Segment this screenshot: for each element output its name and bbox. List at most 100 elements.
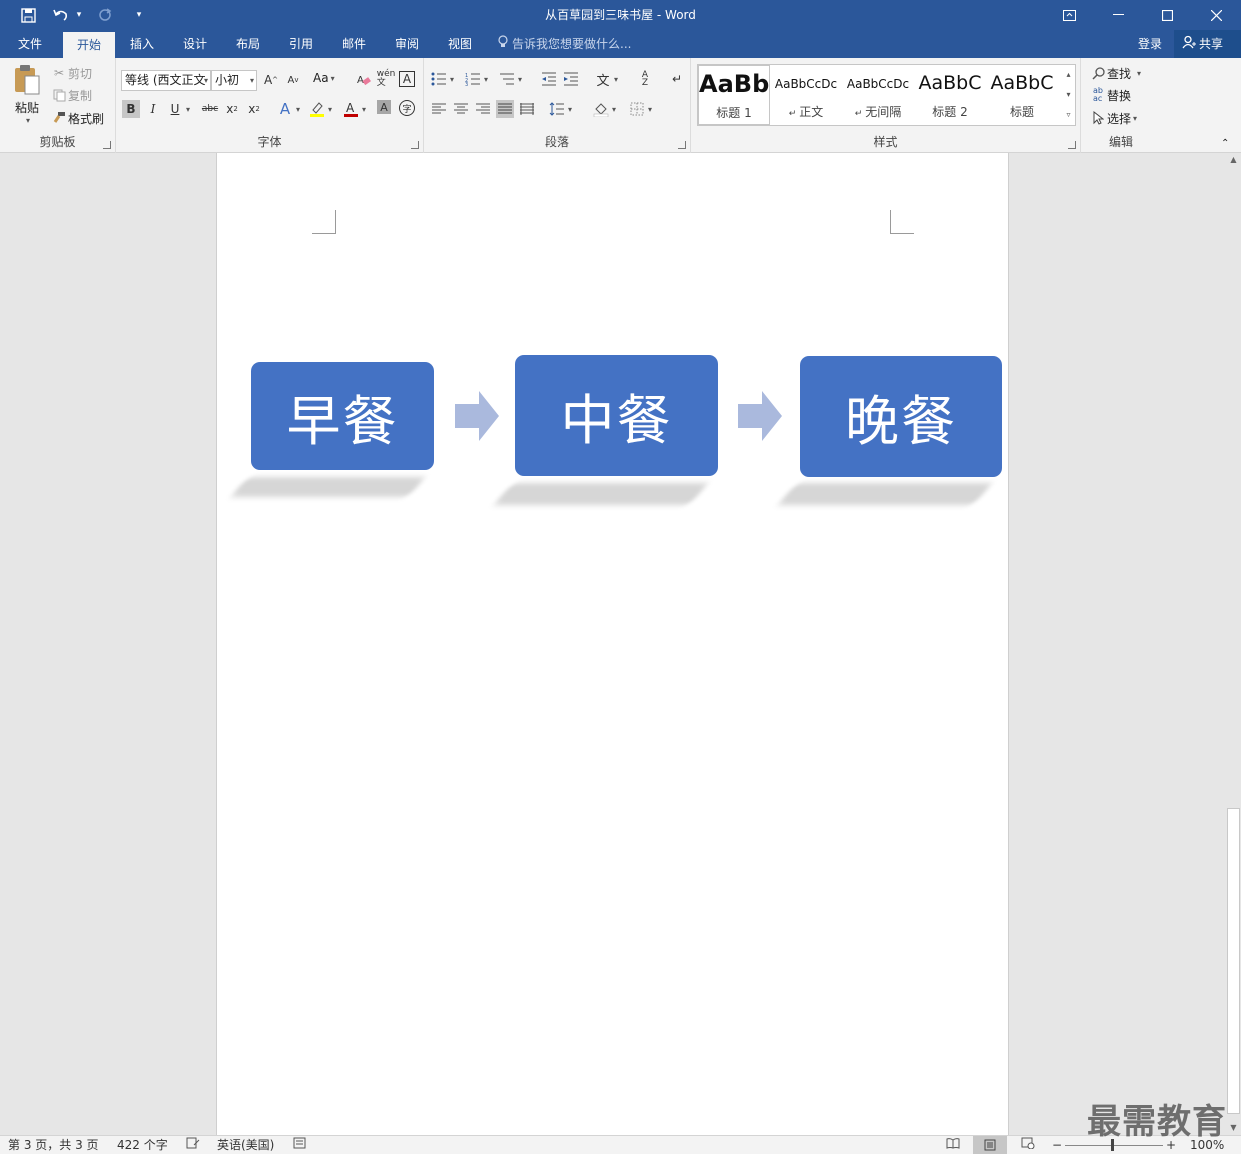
document-page[interactable]: 早餐 中餐 晚餐: [216, 153, 1009, 1135]
character-shading-button[interactable]: A: [377, 100, 391, 114]
search-icon: [1089, 64, 1107, 82]
language-indicator[interactable]: 英语(美国): [217, 1136, 274, 1154]
bullets-button[interactable]: ▾: [430, 70, 454, 88]
style-normal[interactable]: AaBbCcDc ↵ 正文: [770, 65, 842, 125]
tab-file[interactable]: 文件: [6, 30, 54, 58]
strikethrough-button[interactable]: abc: [200, 100, 220, 118]
grow-font-button[interactable]: A ^: [262, 71, 280, 89]
increase-indent-button[interactable]: [562, 70, 580, 88]
tab-review[interactable]: 审阅: [385, 30, 429, 58]
paste-dropdown-icon[interactable]: ▾: [26, 116, 30, 125]
enclose-characters-button[interactable]: 字: [399, 100, 415, 116]
numbering-button[interactable]: 1 2 3 ▾: [464, 70, 488, 88]
word-count[interactable]: 422 个字: [117, 1136, 168, 1154]
read-mode-icon[interactable]: [946, 1136, 960, 1154]
proofing-icon[interactable]: [186, 1136, 200, 1154]
style-title[interactable]: AaBbC 标题: [986, 65, 1058, 125]
align-center-button[interactable]: [452, 100, 470, 118]
flow-box-dinner[interactable]: 晚餐: [800, 356, 1002, 477]
tab-layout[interactable]: 布局: [226, 30, 270, 58]
distributed-button[interactable]: [518, 100, 536, 118]
customize-qat-icon[interactable]: ▾: [132, 0, 146, 30]
align-right-button[interactable]: [474, 100, 492, 118]
paste-label: 粘贴: [14, 101, 39, 115]
arrow-right-icon[interactable]: [455, 391, 499, 441]
redo-icon[interactable]: [92, 0, 118, 30]
arrow-right-icon[interactable]: [738, 391, 782, 441]
more-styles-icon[interactable]: ▿: [1062, 105, 1075, 125]
font-color-button[interactable]: A ▾: [342, 100, 366, 118]
close-icon[interactable]: [1192, 0, 1241, 30]
login-link[interactable]: 登录: [1138, 30, 1162, 58]
macro-record-icon[interactable]: [293, 1136, 306, 1154]
cut-button[interactable]: ✂ 剪切: [50, 64, 92, 82]
scroll-down-icon[interactable]: ▼: [1226, 1121, 1241, 1135]
bold-button[interactable]: B: [122, 100, 140, 118]
tab-home[interactable]: 开始: [63, 32, 115, 58]
borders-button[interactable]: ▾: [628, 100, 652, 118]
flow-box-breakfast[interactable]: 早餐: [251, 362, 434, 470]
find-button[interactable]: 查找 ▾: [1089, 64, 1141, 82]
select-button[interactable]: 选择 ▾: [1089, 109, 1137, 127]
character-border-button[interactable]: A: [399, 71, 415, 87]
highlight-button[interactable]: ▾: [308, 100, 332, 118]
tab-design[interactable]: 设计: [173, 30, 217, 58]
tell-me-search[interactable]: 告诉我您想要做什么...: [498, 30, 631, 58]
replace-button[interactable]: ab ac 替换: [1089, 86, 1131, 104]
tab-references[interactable]: 引用: [279, 30, 323, 58]
justify-button[interactable]: [496, 100, 514, 118]
sort-button[interactable]: AZ: [636, 70, 654, 88]
minimize-icon[interactable]: [1094, 0, 1143, 30]
chevron-up-icon[interactable]: ▴: [1062, 65, 1075, 85]
text-effects-button[interactable]: A ▾: [276, 100, 300, 118]
phonetic-guide-button[interactable]: wén 文: [377, 70, 396, 88]
format-painter-button[interactable]: 格式刷: [50, 109, 104, 127]
align-left-button[interactable]: [430, 100, 448, 118]
underline-button[interactable]: U ▾: [166, 100, 190, 118]
line-spacing-button[interactable]: ▾: [548, 100, 572, 118]
print-layout-icon[interactable]: [973, 1136, 1007, 1154]
undo-dropdown-icon[interactable]: ▾: [72, 0, 86, 30]
page-count[interactable]: 第 3 页，共 3 页: [8, 1136, 99, 1154]
subscript-button[interactable]: x2: [223, 100, 241, 118]
shading-button[interactable]: ▾: [592, 100, 616, 118]
change-case-button[interactable]: Aa ▾: [313, 71, 335, 85]
clipboard-launcher-icon[interactable]: [103, 141, 111, 149]
collapse-ribbon-icon[interactable]: ⌃: [1221, 138, 1229, 149]
scrollbar-thumb[interactable]: [1227, 808, 1240, 1114]
vertical-scrollbar[interactable]: ▲ ▼: [1226, 153, 1241, 1135]
chevron-down-icon[interactable]: ▾: [1062, 85, 1075, 105]
flow-box-lunch[interactable]: 中餐: [515, 355, 718, 476]
style-name: 标题: [1009, 105, 1034, 119]
undo-icon[interactable]: [50, 0, 72, 30]
font-size-combo[interactable]: 小初 ▾: [211, 70, 257, 91]
shrink-font-button[interactable]: Av: [284, 71, 302, 89]
tab-view[interactable]: 视图: [438, 30, 482, 58]
font-name-combo[interactable]: 等线 (西文正文 ▾: [121, 70, 211, 91]
font-launcher-icon[interactable]: [411, 141, 419, 149]
copy-button[interactable]: 复制: [50, 86, 92, 104]
zoom-out-icon[interactable]: −: [1052, 1136, 1062, 1154]
style-heading-2[interactable]: AaBbC 标题 2: [914, 65, 986, 125]
tab-insert[interactable]: 插入: [120, 30, 164, 58]
clear-formatting-button[interactable]: A: [355, 71, 373, 89]
superscript-button[interactable]: x2: [245, 100, 263, 118]
style-heading-1[interactable]: AaBb 标题 1: [698, 65, 770, 125]
italic-button[interactable]: I: [144, 100, 162, 118]
share-button[interactable]: 共享: [1174, 30, 1241, 58]
scroll-up-icon[interactable]: ▲: [1226, 153, 1241, 167]
zoom-slider[interactable]: [1065, 1145, 1163, 1146]
tab-mailings[interactable]: 邮件: [332, 30, 376, 58]
show-marks-button[interactable]: ↵: [668, 70, 686, 88]
save-icon[interactable]: [15, 0, 41, 30]
decrease-indent-button[interactable]: [540, 70, 558, 88]
web-layout-icon[interactable]: [1021, 1136, 1035, 1154]
ribbon-display-options-icon[interactable]: [1045, 0, 1094, 30]
maximize-icon[interactable]: [1143, 0, 1192, 30]
styles-launcher-icon[interactable]: [1068, 141, 1076, 149]
multilevel-list-button[interactable]: ▾: [498, 70, 522, 88]
paragraph-launcher-icon[interactable]: [678, 141, 686, 149]
paste-button[interactable]: 粘贴 ▾: [9, 64, 45, 125]
style-no-spacing[interactable]: AaBbCcDc ↵ 无间隔: [842, 65, 914, 125]
chinese-layout-button[interactable]: 文 ▾: [594, 70, 618, 89]
